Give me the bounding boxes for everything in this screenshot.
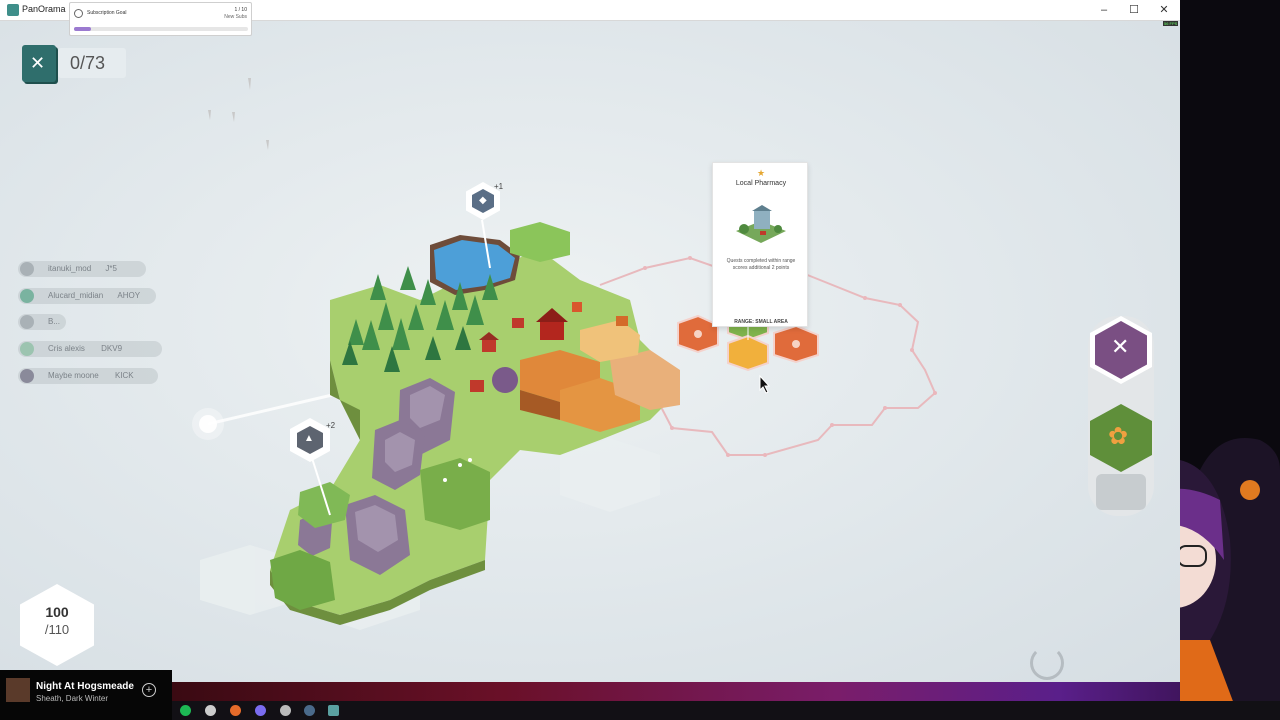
goal-progress-bar — [74, 27, 248, 31]
app-icon-5[interactable] — [280, 705, 291, 716]
chat-message: Maybe moone KICK — [18, 368, 158, 384]
app-icon — [7, 4, 19, 16]
window-title: PanOrama — [22, 4, 66, 14]
water-drop-icon: ◆ — [479, 195, 487, 206]
goal-label: Subscription Goal — [87, 10, 127, 16]
chat-avatar — [20, 262, 34, 276]
tile-queue-panel: ✕ ✿ — [1088, 316, 1154, 516]
discord-icon[interactable] — [255, 705, 266, 716]
chat-badge: KICK — [114, 371, 134, 380]
quest-counter: 0/73 — [58, 48, 126, 78]
panorama-taskbar-icon[interactable] — [328, 705, 339, 716]
card-range: RANGE: SMALL AREA — [734, 319, 788, 325]
chat-message: Cris alexis DKV9 — [18, 341, 162, 357]
game-board-area[interactable]: ◆ +1 ▲ +2 ✕ ✿ ★ Local Pharmacy Quests co… — [0, 21, 1180, 682]
track-title: Night At Hogsmeade — [36, 681, 134, 692]
vtuber-area — [1090, 0, 1280, 720]
fps-counter: 56 FPS — [1163, 21, 1179, 26]
close-button[interactable]: ✕ — [1156, 2, 1172, 18]
chat-user: Cris alexis — [48, 344, 85, 353]
windmill-icon: ✕ — [1111, 334, 1130, 359]
undo-button[interactable] — [1030, 646, 1064, 680]
album-art — [6, 678, 30, 702]
chat-badge: J*5 — [105, 264, 117, 273]
track-artist: Sheath, Dark Winter — [36, 694, 109, 703]
next-tile-slot[interactable]: ✿ — [1090, 404, 1152, 472]
os-taskbar — [0, 701, 1280, 720]
now-playing-widget: Night At Hogsmeade Sheath, Dark Winter + — [0, 670, 172, 720]
maximize-button[interactable]: ☐ — [1126, 2, 1142, 18]
flower-tile-icon: ✿ — [1108, 423, 1129, 450]
spotify-icon[interactable] — [180, 705, 191, 716]
star-icon: ★ — [756, 168, 766, 178]
mouse-cursor — [759, 374, 771, 394]
pharmacy-illustration — [736, 205, 786, 243]
beam — [207, 390, 346, 426]
chat-user: B... — [48, 317, 61, 326]
chat-message: B... — [18, 314, 66, 330]
chat-message: itanuki_mod J*5 — [18, 261, 146, 277]
score-max: /110 — [44, 622, 70, 637]
card-title: Local Pharmacy — [735, 180, 787, 187]
score-current: 100 — [45, 604, 69, 620]
subscription-goal-widget: Subscription Goal 1 / 10 New Subs — [69, 2, 252, 36]
vtuber-avatar — [1090, 438, 1280, 720]
chat-user: itanuki_mod — [48, 264, 92, 273]
stream-bottom-strip — [172, 682, 1280, 701]
floating-debris — [208, 78, 269, 150]
goal-count: 1 / 10 — [234, 7, 247, 13]
obs-icon[interactable] — [205, 705, 216, 716]
firefox-icon[interactable] — [230, 705, 241, 716]
rock-marker-bonus: +2 — [326, 421, 336, 430]
add-track-button[interactable]: + — [142, 683, 156, 697]
chat-avatar — [20, 342, 34, 356]
game-window: PanOrama – ☐ ✕ ◆ +1 ▲ +2 ✕ ✿ ★ Local Pha… — [0, 0, 1180, 682]
windmill-tile-slot[interactable]: ✕ — [1090, 316, 1152, 384]
chat-avatar — [20, 315, 34, 329]
chat-avatar — [20, 369, 34, 383]
rock-icon: ▲ — [304, 433, 314, 444]
chat-badge: AHOY — [117, 291, 141, 300]
tile-stack-preview — [1096, 474, 1146, 510]
chat-message: Alucard_midian AHOY — [18, 288, 156, 304]
quest-deck-button[interactable]: ✕ — [22, 45, 56, 82]
tile-info-card: ★ Local Pharmacy Quests completed within… — [712, 162, 808, 327]
goal-subtitle: New Subs — [224, 14, 247, 20]
quest-icon: ✕ — [30, 53, 46, 73]
steam-icon[interactable] — [304, 705, 315, 716]
chat-badge: DKV9 — [101, 344, 123, 353]
goal-icon — [74, 9, 83, 18]
card-description: Quests completed within range scores add… — [726, 258, 796, 271]
goal-progress-fill — [74, 27, 92, 31]
minimize-button[interactable]: – — [1096, 2, 1112, 18]
chat-user: Maybe moone — [48, 371, 99, 380]
chat-avatar — [20, 289, 34, 303]
water-marker-bonus: +1 — [494, 182, 504, 191]
chat-user: Alucard_midian — [48, 291, 104, 300]
